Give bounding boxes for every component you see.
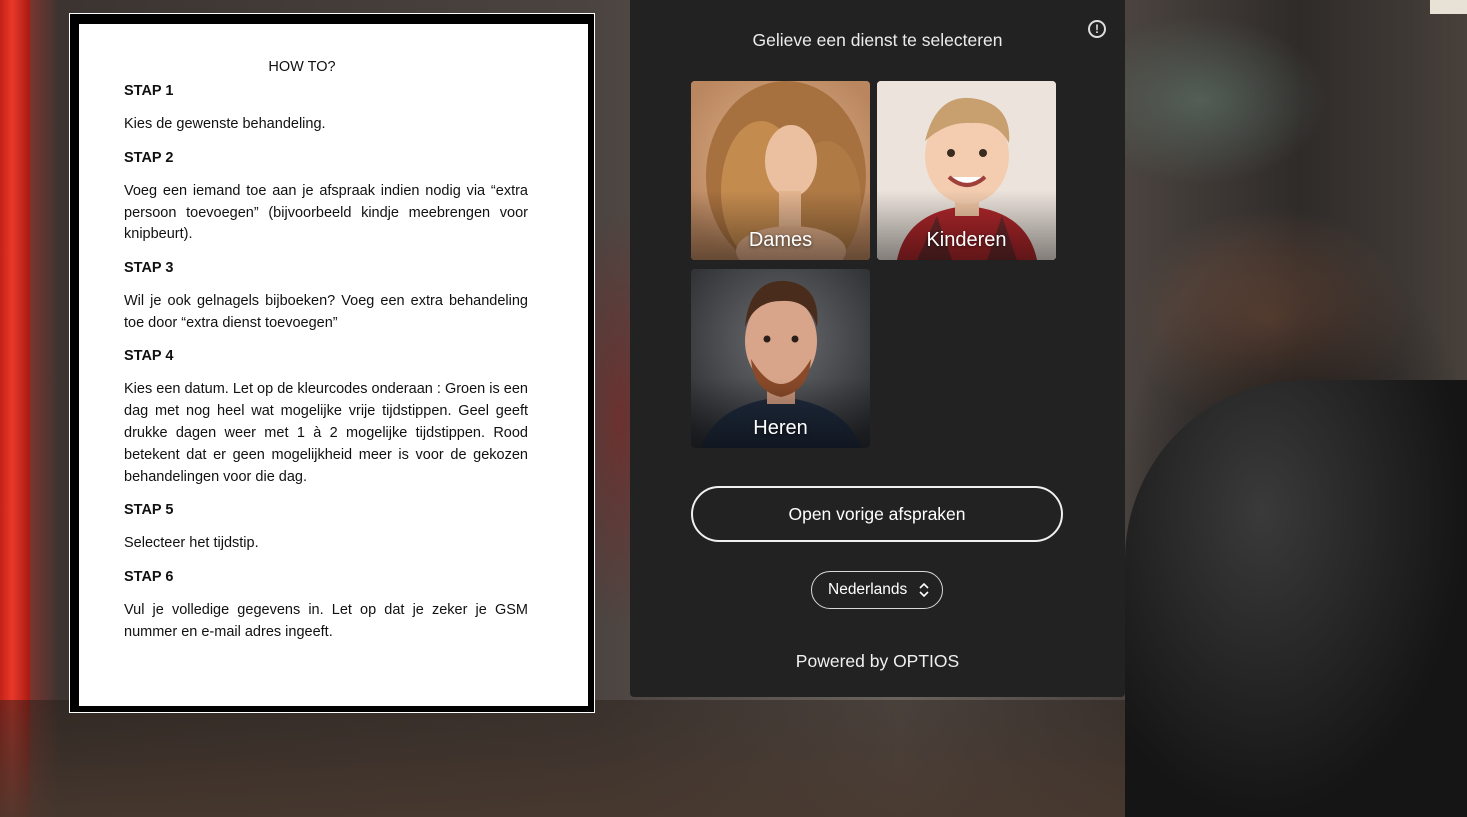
step-heading: STAP 5 [124,501,174,518]
step-heading: STAP 6 [124,568,174,585]
step-text: Kies de gewenste behandeling. [124,116,326,133]
powered-by-text: Powered by OPTIOS [795,651,960,671]
booking-panel: Gelieve een dienst te selecteren ! Dames [630,0,1125,697]
service-card-dames[interactable]: Dames [691,81,870,260]
barber-cape [1125,380,1467,817]
step-heading: STAP 4 [124,348,174,365]
panel-title: Gelieve een dienst te selecteren [752,30,1003,50]
step-text: Kies een datum. Let op de kleurcodes ond… [124,381,528,485]
language-select[interactable]: Nederlands [811,571,943,609]
service-card-kinderen[interactable]: Kinderen [877,81,1056,260]
instructions-title: HOW TO? [268,59,336,75]
step-heading: STAP 3 [124,259,174,276]
instructions-document: HOW TO? STAP 1 Kies de gewenste behandel… [79,24,588,706]
service-label: Heren [753,417,808,439]
service-card-heren[interactable]: Heren [691,269,870,448]
instructions-content: STAP 1 Kies de gewenste behandeling. STA… [124,81,528,655]
step-text: Vul je volledige gegevens in. Let op dat… [124,601,528,640]
up-down-chevron-icon [919,582,929,598]
service-label: Kinderen [926,229,1007,251]
service-label: Dames [748,229,813,251]
language-value: Nederlands [828,581,908,598]
step-heading: STAP 2 [124,149,174,166]
step-text: Wil je ook gelnagels bijboeken? Voeg een… [124,293,528,331]
step-text: Selecteer het tijdstip. [124,535,259,552]
red-door-frame [0,0,30,817]
instructions-frame: HOW TO? STAP 1 Kies de gewenste behandel… [69,13,595,713]
open-previous-appointments-button[interactable]: Open vorige afspraken [691,486,1063,542]
step-text: Voeg een iemand toe aan je afspraak indi… [124,182,528,243]
wall-poster [1430,0,1467,14]
info-circle-icon[interactable]: ! [1088,20,1106,38]
step-heading: STAP 1 [124,83,174,99]
